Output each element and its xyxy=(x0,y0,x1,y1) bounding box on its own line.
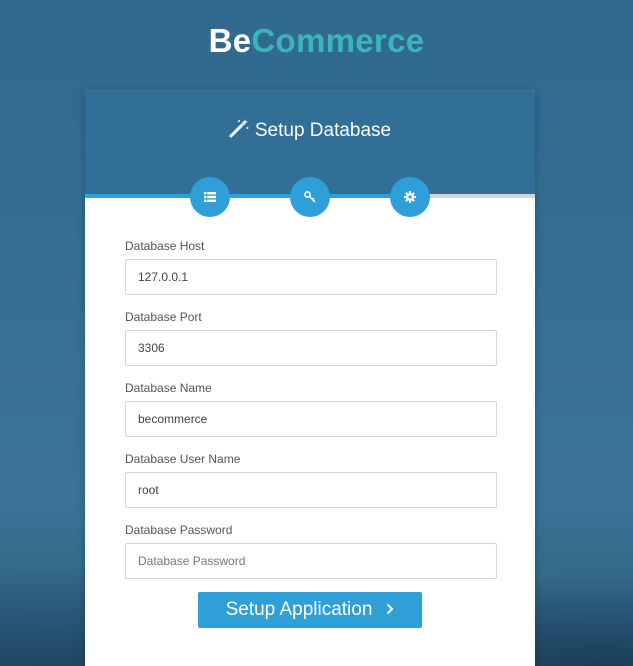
database-list-icon xyxy=(204,192,216,202)
magic-wand-icon xyxy=(229,118,249,144)
card-title-text: Setup Database xyxy=(254,120,392,141)
step-credentials[interactable] xyxy=(290,177,330,217)
setup-card: Setup Database Database Host 127.0.0.1 D… xyxy=(85,89,535,666)
field-database-name: Database Name xyxy=(125,381,497,437)
key-icon xyxy=(304,191,316,203)
setup-application-button[interactable]: Setup Application xyxy=(198,592,422,628)
database-port-label: Database Port xyxy=(125,310,202,324)
database-setup-form: Database Host Database Port Database Nam… xyxy=(125,239,497,594)
gear-icon xyxy=(404,191,416,203)
chevron-right-icon xyxy=(386,599,394,621)
database-name-label: Database Name xyxy=(125,381,212,395)
field-database-password: Database Password xyxy=(125,523,497,579)
database-user-name-input[interactable] xyxy=(125,472,497,508)
database-password-label: Database Password xyxy=(125,523,233,537)
field-database-port: Database Port xyxy=(125,310,497,366)
database-name-input[interactable] xyxy=(125,401,497,437)
database-host-label: Database Host xyxy=(125,239,205,253)
setup-application-label: Setup Application xyxy=(225,599,373,620)
database-user-name-label: Database User Name xyxy=(125,452,241,466)
step-database[interactable] xyxy=(190,177,230,217)
database-port-input[interactable] xyxy=(125,330,497,366)
field-database-host: Database Host xyxy=(125,239,497,295)
brand-logo: BeCommerce xyxy=(0,22,633,60)
field-database-user-name: Database User Name xyxy=(125,452,497,508)
brand-logo-part-commerce: Commerce xyxy=(251,22,425,59)
step-settings[interactable] xyxy=(390,177,430,217)
card-title: Setup Database xyxy=(85,118,535,144)
database-password-input[interactable] xyxy=(125,543,497,579)
brand-logo-part-be: Be xyxy=(208,22,252,59)
progress-fill xyxy=(85,194,427,198)
database-host-input[interactable] xyxy=(125,259,497,295)
